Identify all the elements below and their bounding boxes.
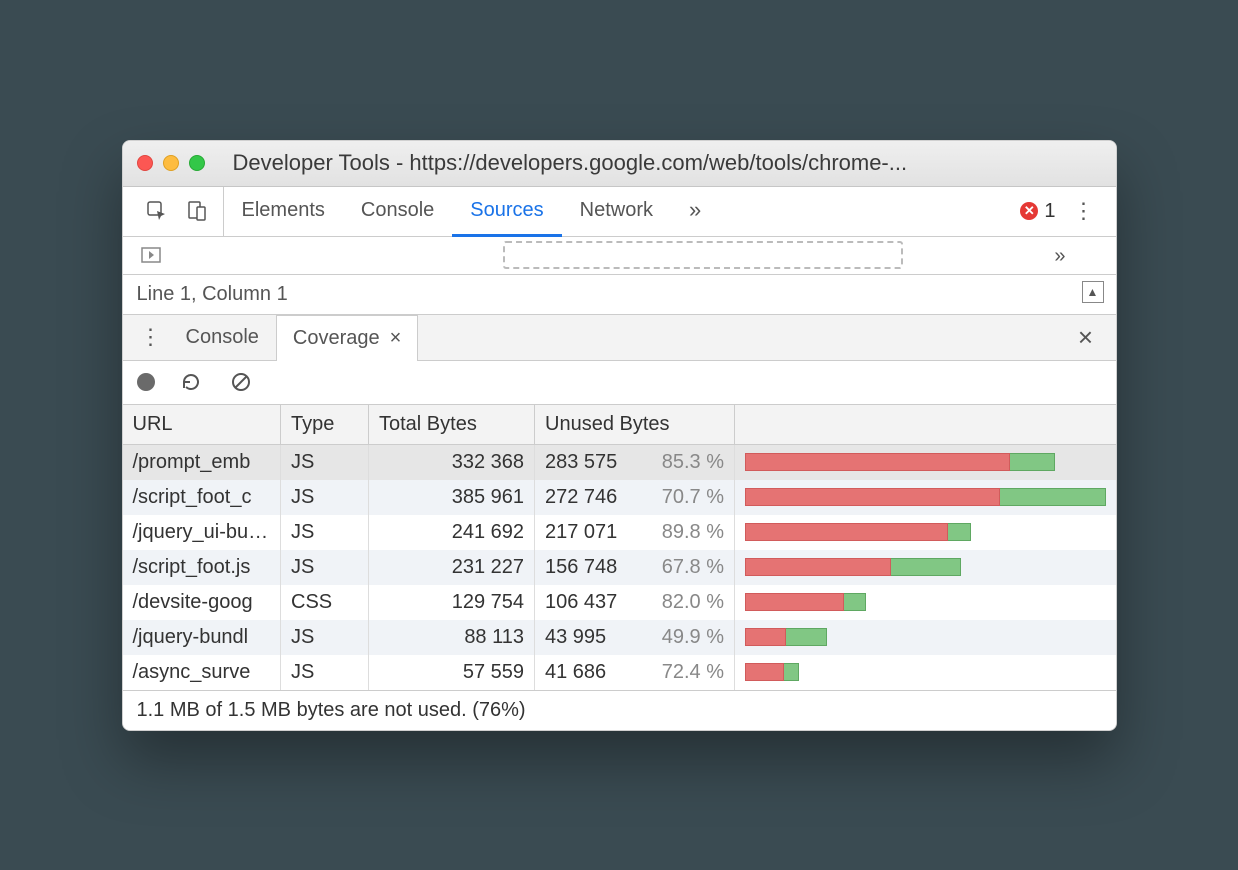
tabs-overflow-button[interactable]: » xyxy=(671,187,719,237)
cell-unused-bytes: 43 99549.9 % xyxy=(535,620,735,655)
cell-unused-bytes: 106 43782.0 % xyxy=(535,585,735,620)
cell-total-bytes: 241 692 xyxy=(369,515,535,550)
close-tab-icon[interactable]: × xyxy=(390,327,402,350)
cell-usage-bar xyxy=(735,655,1116,690)
cell-url: /jquery-bundl xyxy=(123,620,281,655)
header-type[interactable]: Type xyxy=(281,405,369,445)
error-icon: ✕ xyxy=(1020,202,1038,220)
cell-usage-bar xyxy=(735,444,1116,480)
cell-total-bytes: 129 754 xyxy=(369,585,535,620)
cell-type: JS xyxy=(281,655,369,690)
cell-usage-bar xyxy=(735,515,1116,550)
cell-total-bytes: 57 559 xyxy=(369,655,535,690)
collapse-drawer-button[interactable]: ▲ xyxy=(1082,281,1104,303)
cell-total-bytes: 332 368 xyxy=(369,444,535,480)
tabbar-right: ✕ 1 ⋮ xyxy=(1020,187,1107,236)
error-count-badge[interactable]: ✕ 1 xyxy=(1020,200,1055,223)
record-button[interactable] xyxy=(137,373,155,391)
file-tabs-overflow[interactable]: » xyxy=(1054,245,1065,268)
cell-type: JS xyxy=(281,480,369,515)
drawer-tab-console[interactable]: Console xyxy=(169,315,276,360)
table-row[interactable]: /jquery_ui-bu…JS241 692217 07189.8 % xyxy=(123,515,1116,550)
settings-menu-icon[interactable]: ⋮ xyxy=(1070,197,1098,225)
window-title: Developer Tools - https://developers.goo… xyxy=(215,150,1102,176)
cell-unused-bytes: 41 68672.4 % xyxy=(535,655,735,690)
cell-url: /script_foot_c xyxy=(123,480,281,515)
cell-usage-bar xyxy=(735,620,1116,655)
coverage-summary: 1.1 MB of 1.5 MB bytes are not used. (76… xyxy=(137,699,526,722)
window-minimize-button[interactable] xyxy=(163,155,179,171)
tab-sources[interactable]: Sources xyxy=(452,187,561,237)
cell-unused-bytes: 272 74670.7 % xyxy=(535,480,735,515)
cell-total-bytes: 385 961 xyxy=(369,480,535,515)
cell-unused-bytes: 156 74867.8 % xyxy=(535,550,735,585)
drawer-menu-icon[interactable]: ⋮ xyxy=(133,315,169,360)
cell-usage-bar xyxy=(735,550,1116,585)
tabbar-left-tools xyxy=(131,187,224,236)
table-row[interactable]: /prompt_embJS332 368283 57585.3 % xyxy=(123,444,1116,480)
titlebar: Developer Tools - https://developers.goo… xyxy=(123,141,1116,187)
traffic-lights xyxy=(137,155,205,171)
cell-url: /jquery_ui-bu… xyxy=(123,515,281,550)
coverage-statusbar: 1.1 MB of 1.5 MB bytes are not used. (76… xyxy=(123,690,1116,730)
truncated-editor-tab xyxy=(503,241,903,269)
header-url[interactable]: URL xyxy=(123,405,281,445)
tab-elements[interactable]: Elements xyxy=(224,187,343,237)
drawer-close-button[interactable]: × xyxy=(1066,315,1106,360)
cell-total-bytes: 88 113 xyxy=(369,620,535,655)
tab-network[interactable]: Network xyxy=(562,187,671,237)
inspect-element-icon[interactable] xyxy=(143,197,171,225)
header-unused-bytes[interactable]: Unused Bytes xyxy=(535,405,735,445)
table-row[interactable]: /script_foot.jsJS231 227156 74867.8 % xyxy=(123,550,1116,585)
cell-total-bytes: 231 227 xyxy=(369,550,535,585)
cell-unused-bytes: 217 07189.8 % xyxy=(535,515,735,550)
cell-url: /script_foot.js xyxy=(123,550,281,585)
table-header-row: URL Type Total Bytes Unused Bytes xyxy=(123,405,1116,445)
main-tabbar: Elements Console Sources Network » ✕ 1 ⋮ xyxy=(123,187,1116,237)
navigator-toggle-icon[interactable] xyxy=(137,241,165,269)
clear-icon[interactable] xyxy=(227,368,255,396)
cell-usage-bar xyxy=(735,585,1116,620)
coverage-table: URL Type Total Bytes Unused Bytes /promp… xyxy=(123,405,1116,690)
cell-url: /async_surve xyxy=(123,655,281,690)
header-total-bytes[interactable]: Total Bytes xyxy=(369,405,535,445)
reload-icon[interactable] xyxy=(177,368,205,396)
window-maximize-button[interactable] xyxy=(189,155,205,171)
drawer-tabbar: ⋮ Console Coverage × × xyxy=(123,315,1116,361)
coverage-toolbar xyxy=(123,361,1116,405)
cell-unused-bytes: 283 57585.3 % xyxy=(535,444,735,480)
cursor-position: Line 1, Column 1 xyxy=(137,283,288,306)
error-count: 1 xyxy=(1044,200,1055,223)
drawer-tab-coverage[interactable]: Coverage × xyxy=(276,315,418,361)
drawer-tab-coverage-label: Coverage xyxy=(293,327,380,350)
cell-type: JS xyxy=(281,550,369,585)
table-row[interactable]: /devsite-googCSS129 754106 43782.0 % xyxy=(123,585,1116,620)
table-row[interactable]: /jquery-bundlJS88 11343 99549.9 % xyxy=(123,620,1116,655)
cell-type: JS xyxy=(281,515,369,550)
cell-type: JS xyxy=(281,444,369,480)
table-row[interactable]: /script_foot_cJS385 961272 74670.7 % xyxy=(123,480,1116,515)
window-close-button[interactable] xyxy=(137,155,153,171)
header-usage-bar[interactable] xyxy=(735,405,1116,445)
cell-type: JS xyxy=(281,620,369,655)
table-row[interactable]: /async_surveJS57 55941 68672.4 % xyxy=(123,655,1116,690)
main-tabs: Elements Console Sources Network » xyxy=(224,187,720,236)
cell-url: /devsite-goog xyxy=(123,585,281,620)
device-toolbar-icon[interactable] xyxy=(183,197,211,225)
sources-file-tab-bar: » xyxy=(123,237,1116,275)
cell-type: CSS xyxy=(281,585,369,620)
cell-usage-bar xyxy=(735,480,1116,515)
tab-console[interactable]: Console xyxy=(343,187,452,237)
editor-status-bar: Line 1, Column 1 ▲ xyxy=(123,275,1116,315)
devtools-window: Developer Tools - https://developers.goo… xyxy=(122,140,1117,731)
cell-url: /prompt_emb xyxy=(123,444,281,480)
